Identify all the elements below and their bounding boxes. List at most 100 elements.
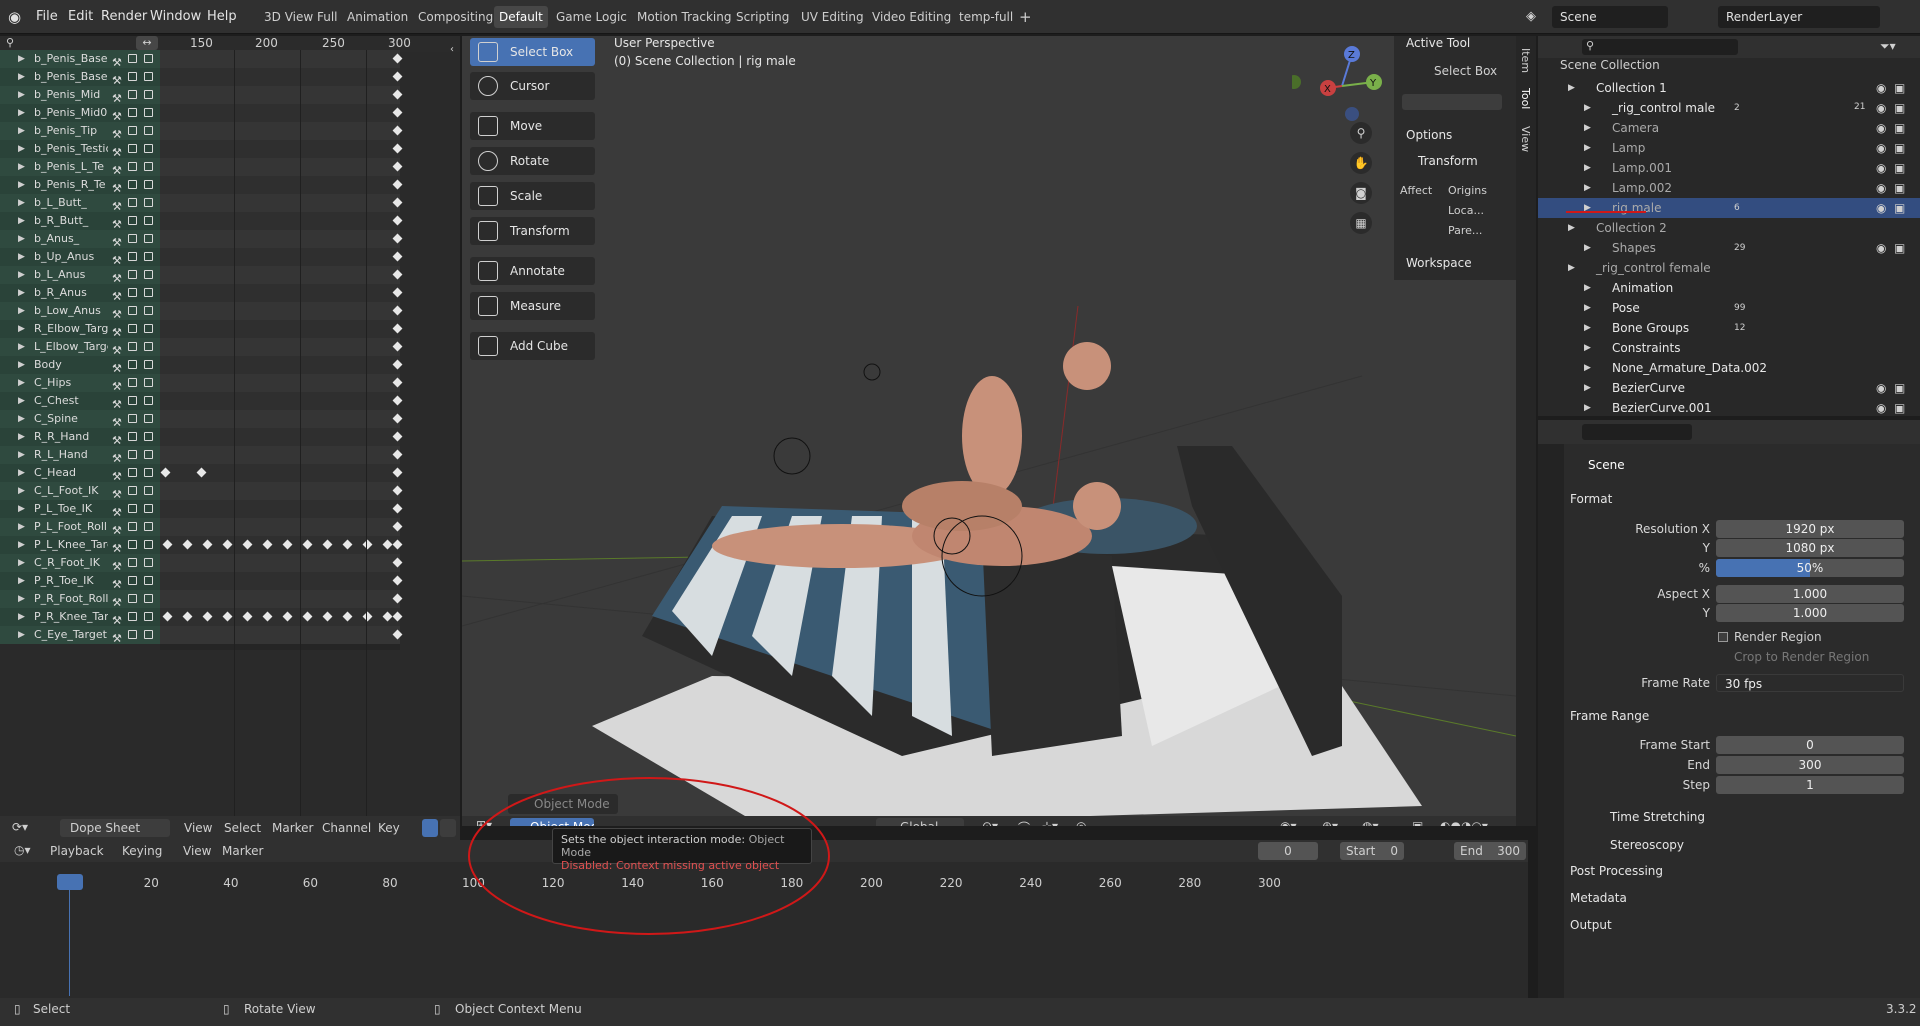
affect-locations-checkbox[interactable]: Loca... — [1448, 204, 1484, 217]
expand-arrow-icon[interactable]: ▶ — [1584, 378, 1591, 398]
lock-icon[interactable] — [144, 360, 153, 369]
channel-row[interactable]: ▶ C_Spine ⚒ — [0, 410, 160, 429]
expand-arrow-icon[interactable]: ▶ — [1584, 298, 1591, 318]
checkbox-icon[interactable] — [128, 216, 137, 225]
checkbox-icon[interactable] — [128, 360, 137, 369]
wrench-icon[interactable]: ⚒ — [112, 576, 122, 591]
outliner-row[interactable]: ▶ _rig_control female — [1538, 258, 1920, 278]
pivot-icon[interactable]: ⊙▾ — [982, 819, 998, 826]
eye-icon[interactable]: ◉ — [1876, 78, 1886, 98]
expand-arrow-icon[interactable]: ▶ — [18, 230, 25, 248]
expand-arrow-icon[interactable]: ▶ — [18, 284, 25, 302]
outliner-row[interactable]: ▶ Pose 99 — [1538, 298, 1920, 318]
dopesheet-menu-marker[interactable]: Marker — [272, 821, 313, 835]
expand-arrow-icon[interactable]: ▶ — [1584, 98, 1591, 118]
workspace-tab-compositing[interactable]: Compositing — [413, 6, 498, 28]
eye-icon[interactable]: ◉ — [1876, 158, 1886, 178]
keyframe-diamond[interactable] — [392, 251, 403, 262]
view-layer-selector[interactable]: RenderLayer — [1718, 6, 1880, 28]
dopesheet-menu-select[interactable]: Select — [224, 821, 261, 835]
workspace-tab-uv-editing[interactable]: UV Editing — [796, 6, 869, 28]
transform-heading[interactable]: Transform — [1418, 154, 1478, 168]
grid-view-icon[interactable]: ▦ — [1350, 212, 1372, 234]
wrench-icon[interactable]: ⚒ — [112, 342, 122, 357]
eye-icon[interactable]: ◉ — [1876, 138, 1886, 158]
keyframe-diamond[interactable] — [262, 539, 273, 550]
expand-arrow-icon[interactable]: ▶ — [18, 428, 25, 446]
menu-help[interactable]: Help — [207, 0, 237, 34]
checkbox-icon[interactable] — [128, 414, 137, 423]
outliner-row[interactable]: ▶ Collection 1 ◉ ▣ — [1538, 78, 1920, 98]
keyframe-row[interactable] — [160, 536, 403, 554]
orientation-select[interactable]: Global — [876, 818, 964, 826]
keyframe-diamond[interactable] — [362, 539, 373, 550]
keyframe-diamond[interactable] — [282, 539, 293, 550]
keyframe-diamond[interactable] — [392, 197, 403, 208]
lock-icon[interactable] — [144, 216, 153, 225]
keyframe-diamond[interactable] — [222, 539, 233, 550]
tool-scale[interactable]: Scale — [470, 182, 595, 210]
workspace-tab-3d-view-full[interactable]: 3D View Full — [259, 6, 343, 28]
filter-icon[interactable]: ⏷▾ — [1880, 39, 1896, 54]
camera-icon[interactable]: ▣ — [1894, 238, 1905, 258]
wrench-icon[interactable]: ⚒ — [112, 324, 122, 339]
select-mode-buttons[interactable] — [1402, 94, 1502, 110]
menu-file[interactable]: File — [36, 0, 58, 34]
expand-arrow-icon[interactable]: ▶ — [18, 500, 25, 518]
affect-origins-checkbox[interactable]: Origins — [1448, 184, 1487, 197]
keyframe-diamond[interactable] — [392, 629, 403, 640]
keyframe-diamond[interactable] — [392, 53, 403, 64]
wrench-icon[interactable]: ⚒ — [112, 180, 122, 195]
checkbox-icon[interactable] — [128, 270, 137, 279]
dopesheet-menu-channel[interactable]: Channel — [322, 821, 371, 835]
keyframe-diamond[interactable] — [392, 467, 403, 478]
aspect-x-field[interactable]: 1.000 — [1716, 585, 1904, 603]
channel-row[interactable]: ▶ b_Up_Anus ⚒ — [0, 248, 160, 267]
wrench-icon[interactable]: ⚒ — [112, 270, 122, 285]
checkbox-icon[interactable] — [128, 72, 137, 81]
keyframe-row[interactable] — [160, 50, 403, 68]
expand-arrow-icon[interactable]: ▶ — [1584, 398, 1591, 418]
checkbox-icon[interactable] — [128, 162, 137, 171]
channel-row[interactable]: ▶ b_Penis_Tip ⚒ — [0, 122, 160, 141]
frame-start-field[interactable]: 0 — [1716, 736, 1904, 754]
expand-arrow-icon[interactable]: ▶ — [1584, 278, 1591, 298]
wrench-icon[interactable]: ⚒ — [112, 162, 122, 177]
channel-row[interactable]: ▶ R_L_Hand ⚒ — [0, 446, 160, 465]
camera-icon[interactable]: ▣ — [1894, 158, 1905, 178]
3d-viewport[interactable]: User Perspective (0) Scene Collection | … — [462, 36, 1516, 826]
lock-icon[interactable] — [144, 72, 153, 81]
lock-icon[interactable] — [144, 108, 153, 117]
timeline-menu-keying[interactable]: Keying — [122, 844, 162, 858]
checkbox-icon[interactable] — [128, 180, 137, 189]
eye-icon[interactable]: ◉ — [1876, 118, 1886, 138]
expand-arrow-icon[interactable]: ▶ — [1568, 258, 1575, 278]
checkbox-icon[interactable] — [128, 90, 137, 99]
checkbox-icon[interactable] — [128, 108, 137, 117]
camera-icon[interactable]: ▣ — [1894, 118, 1905, 138]
time-stretching-panel-header[interactable]: Time Stretching — [1610, 810, 1705, 824]
expand-arrow-icon[interactable]: ▶ — [18, 320, 25, 338]
timeline-editor-icon[interactable]: ◷▾ — [14, 843, 31, 857]
lock-icon[interactable] — [144, 324, 153, 333]
keyframe-diamond[interactable] — [392, 233, 403, 244]
keyframe-diamond[interactable] — [222, 611, 233, 622]
expand-arrow-icon[interactable]: ▶ — [1584, 358, 1591, 378]
keyframe-diamond[interactable] — [392, 107, 403, 118]
outliner-row[interactable]: ▶ rig male 6 ◉ ▣ — [1538, 198, 1920, 218]
expand-arrow-icon[interactable]: ▶ — [1584, 118, 1591, 138]
expand-arrow-icon[interactable]: ▶ — [1584, 238, 1591, 258]
keyframe-diamond[interactable] — [382, 611, 393, 622]
expand-arrow-icon[interactable]: ▶ — [18, 410, 25, 428]
outliner-row[interactable]: ▶ Bone Groups 12 — [1538, 318, 1920, 338]
keyframe-row[interactable] — [160, 122, 403, 140]
expand-arrow-icon[interactable]: ▶ — [18, 176, 25, 194]
checkbox-icon[interactable] — [128, 288, 137, 297]
keyframe-row[interactable] — [160, 482, 403, 500]
active-tool-heading[interactable]: Active Tool — [1406, 36, 1470, 50]
outliner-search-input[interactable] — [1582, 39, 1738, 55]
checkbox-icon[interactable] — [128, 54, 137, 63]
lock-icon[interactable] — [144, 342, 153, 351]
properties-search-input[interactable] — [1582, 424, 1692, 440]
lock-icon[interactable] — [144, 504, 153, 513]
